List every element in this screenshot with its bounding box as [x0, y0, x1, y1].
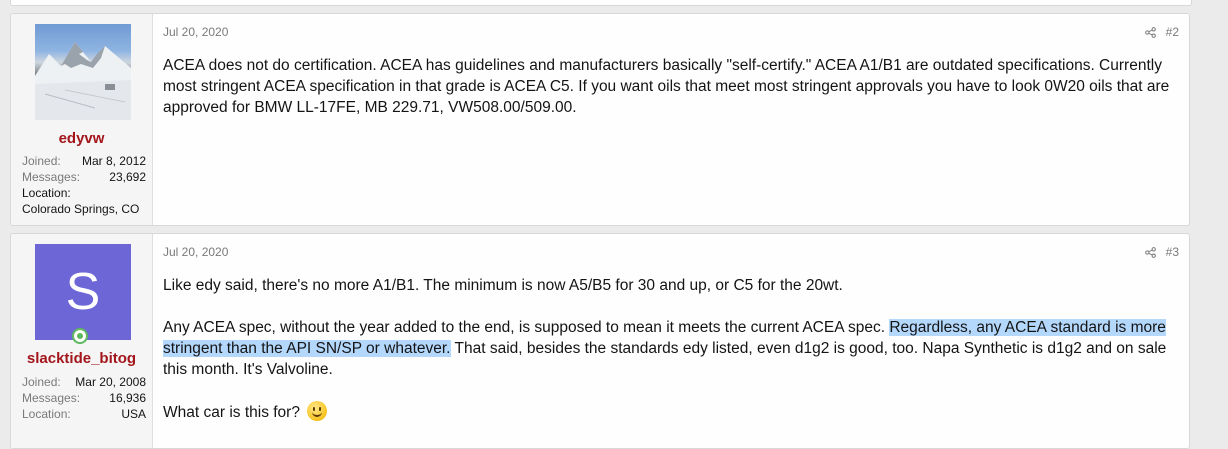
location-value: Colorado Springs, CO — [22, 202, 140, 216]
location-value: USA — [121, 407, 146, 421]
avatar[interactable] — [35, 24, 131, 120]
joined-row: Joined: Mar 8, 2012 — [22, 153, 146, 169]
post-number-link[interactable]: #2 — [1166, 25, 1179, 39]
joined-label: Joined: — [22, 154, 61, 168]
smile-emoji-icon — [307, 401, 328, 421]
avatar[interactable]: S — [35, 244, 131, 340]
username[interactable]: slacktide_bitog — [11, 350, 152, 367]
location-label: Location: — [22, 407, 71, 421]
post-actions: #2 — [1144, 25, 1179, 39]
location-label: Location: — [22, 186, 71, 200]
post-actions: #3 — [1144, 245, 1179, 259]
post-paragraph: What car is this for? — [163, 401, 1181, 423]
joined-value: Mar 20, 2008 — [75, 375, 146, 389]
messages-row: Messages: 16,936 — [22, 390, 146, 406]
messages-label: Messages: — [22, 391, 81, 405]
forum-post: S slacktide_bitog Joined: Mar 20, 2008 M… — [10, 233, 1190, 449]
post-paragraph: Like edy said, there's no more A1/B1. Th… — [163, 277, 843, 294]
user-info-panel: edyvw Joined: Mar 8, 2012 Messages: 23,6… — [11, 14, 153, 225]
messages-value: 16,936 — [109, 391, 146, 405]
share-icon[interactable] — [1144, 26, 1156, 38]
post-body: Like edy said, there's no more A1/B1. Th… — [163, 275, 1181, 444]
post-paragraph: ACEA does not do certification. ACEA has… — [163, 57, 1170, 116]
post-paragraph: Any ACEA spec, without the year added to… — [163, 317, 1181, 380]
joined-label: Joined: — [22, 375, 61, 389]
text-run: What car is this for? — [163, 404, 300, 421]
joined-value: Mar 8, 2012 — [81, 154, 146, 168]
username[interactable]: edyvw — [11, 130, 152, 147]
user-info-panel: S slacktide_bitog Joined: Mar 20, 2008 M… — [11, 234, 153, 448]
location-row: Location: USA — [22, 406, 146, 422]
online-status-icon — [72, 328, 88, 344]
mountain-photo-icon — [35, 42, 131, 120]
previous-post-edge — [10, 0, 1192, 6]
post-number-link[interactable]: #3 — [1166, 245, 1179, 259]
joined-row: Joined: Mar 20, 2008 — [22, 374, 146, 390]
user-stats: Joined: Mar 8, 2012 Messages: 23,692 Loc… — [22, 153, 146, 217]
messages-row: Messages: 23,692 — [22, 169, 146, 185]
avatar-letter: S — [65, 263, 101, 321]
messages-value: 23,692 — [109, 170, 146, 184]
text-run: Any ACEA spec, without the year added to… — [163, 319, 890, 336]
post-date[interactable]: Jul 20, 2020 — [163, 245, 228, 259]
user-stats: Joined: Mar 20, 2008 Messages: 16,936 Lo… — [22, 374, 146, 422]
share-icon[interactable] — [1144, 246, 1156, 258]
forum-post: edyvw Joined: Mar 8, 2012 Messages: 23,6… — [10, 13, 1190, 226]
messages-label: Messages: — [22, 170, 81, 184]
post-date[interactable]: Jul 20, 2020 — [163, 25, 228, 39]
post-body: ACEA does not do certification. ACEA has… — [163, 55, 1181, 139]
